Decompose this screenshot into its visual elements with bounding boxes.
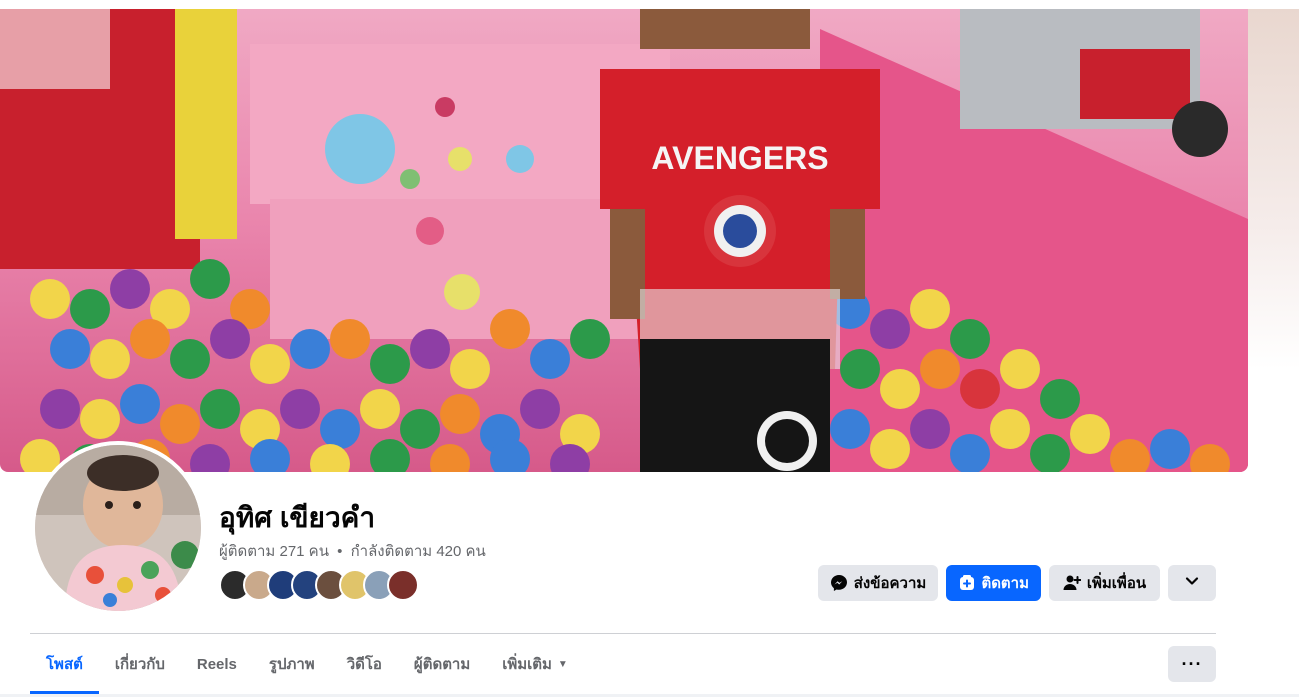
tab-photos[interactable]: รูปภาพ — [253, 634, 331, 694]
messenger-icon — [830, 574, 848, 592]
tab-reels-label: Reels — [196, 655, 237, 673]
svg-text:AVENGERS: AVENGERS — [651, 140, 828, 176]
cover-side-gradient — [1248, 9, 1299, 369]
mutual-friends-avatars — [219, 569, 419, 601]
tab-photos-label: รูปภาพ — [268, 656, 315, 673]
profile-name: อุทิศ เขียวคำ — [219, 502, 376, 533]
cover-photo[interactable]: AVENGERS — [0, 9, 1248, 472]
friend-avatar[interactable] — [387, 569, 419, 601]
profile-options-dropdown[interactable] — [1168, 565, 1216, 601]
tab-about[interactable]: เกี่ยวกับ — [99, 634, 181, 694]
follow-icon — [958, 574, 975, 592]
add-friend-icon — [1063, 574, 1081, 592]
profile-avatar[interactable] — [31, 441, 205, 615]
followers-count-link[interactable]: ผู้ติดตาม 271 คน — [219, 543, 329, 560]
chevron-down-icon — [1185, 574, 1199, 592]
follow-button[interactable]: ติดตาม — [946, 565, 1041, 601]
tab-videos-label: วิดีโอ — [346, 656, 382, 673]
follow-button-label: ติดตาม — [981, 575, 1029, 592]
profile-tabs: โพสต์ เกี่ยวกับ Reels รูปภาพ วิดีโอ ผู้ต… — [30, 634, 584, 694]
tab-followers[interactable]: ผู้ติดตาม — [398, 634, 486, 694]
profile-stats: ผู้ติดตาม 271 คน • กำลังติดตาม 420 คน — [219, 539, 486, 563]
caret-down-icon: ▼ — [557, 658, 568, 670]
tab-about-label: เกี่ยวกับ — [114, 656, 165, 673]
message-button-label: ส่งข้อความ — [853, 575, 927, 592]
tab-followers-label: ผู้ติดตาม — [413, 656, 471, 673]
tab-posts[interactable]: โพสต์ — [30, 634, 99, 694]
tab-reels[interactable]: Reels — [181, 634, 253, 694]
tab-more[interactable]: เพิ่มเติม ▼ — [486, 634, 584, 694]
following-count-link[interactable]: กำลังติดตาม 420 คน — [351, 543, 486, 560]
message-button[interactable]: ส่งข้อความ — [818, 565, 938, 601]
tab-posts-label: โพสต์ — [46, 656, 83, 673]
tab-more-label: เพิ่มเติม — [502, 656, 552, 673]
add-friend-button[interactable]: เพิ่มเพื่อน — [1049, 565, 1160, 601]
add-friend-button-label: เพิ่มเพื่อน — [1086, 575, 1147, 592]
more-dots-icon: ··· — [1181, 653, 1203, 674]
profile-avatar-image — [35, 445, 201, 611]
more-options-button[interactable]: ··· — [1168, 646, 1216, 682]
tab-videos[interactable]: วิดีโอ — [331, 634, 398, 694]
cover-photo-image: AVENGERS — [0, 9, 1248, 472]
stats-separator: • — [337, 543, 343, 560]
